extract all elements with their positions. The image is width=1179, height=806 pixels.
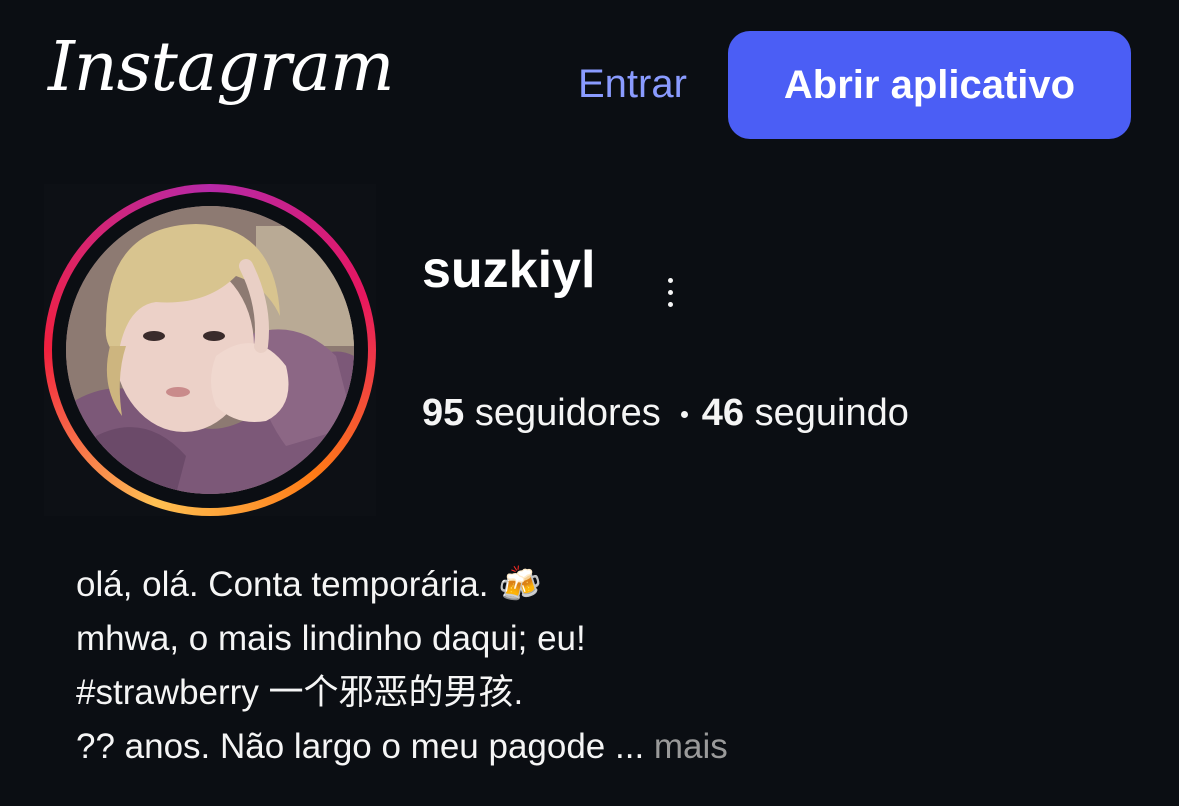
bio-line: ?? anos. Não largo o meu pagode ... mais (76, 720, 728, 774)
profile-avatar-container[interactable] (44, 184, 376, 516)
bio-line: olá, olá. Conta temporária. 🍻 (76, 565, 542, 604)
open-app-button[interactable]: Abrir aplicativo (728, 31, 1131, 139)
instagram-logo[interactable]: Instagram (48, 28, 394, 107)
followers-count: 95 (422, 392, 465, 434)
bio-line: #strawberry 一个邪恶的男孩. (76, 673, 524, 712)
bio-more-link[interactable]: mais (654, 727, 728, 766)
bio-line-text: ?? anos. Não largo o meu pagode ... (76, 727, 645, 766)
followers-stat[interactable]: 95 seguidores (422, 392, 661, 434)
followers-label: seguidores (474, 392, 661, 434)
following-label: seguindo (754, 392, 909, 434)
separator-dot (680, 411, 688, 419)
profile-stats: 95 seguidores 46 seguindo (422, 392, 909, 435)
avatar-photo (66, 206, 354, 494)
bio-line: mhwa, o mais lindinho daqui; eu! (76, 619, 586, 658)
profile-bio: olá, olá. Conta temporária. 🍻 mhwa, o ma… (76, 558, 728, 774)
more-options-icon[interactable] (652, 270, 688, 314)
following-stat[interactable]: 46 seguindo (702, 392, 909, 434)
profile-username: suzkiyl (422, 241, 596, 299)
avatar (66, 206, 354, 494)
following-count: 46 (701, 392, 745, 434)
login-link[interactable]: Entrar (578, 62, 687, 107)
